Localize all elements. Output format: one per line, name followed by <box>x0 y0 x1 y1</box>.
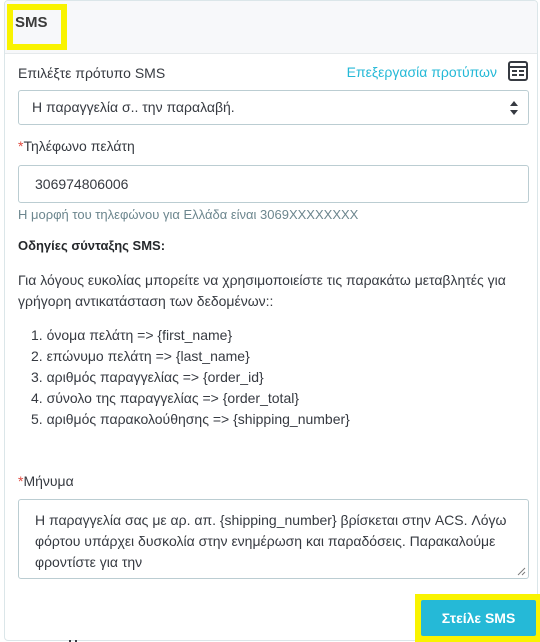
template-edit-icon[interactable] <box>507 60 529 82</box>
template-label: Επιλέξτε πρότυπο SMS <box>18 65 166 81</box>
send-sms-button[interactable]: Στείλε SMS <box>421 600 536 636</box>
panel-heading: SMS <box>5 1 537 54</box>
message-label: *Μήνυμα <box>18 473 74 489</box>
message-text: Η παραγγελία σας με αρ. απ. {shipping_nu… <box>35 512 507 570</box>
list-item: 4. σύνολο της παραγγελίας => {order_tota… <box>31 390 300 406</box>
list-item: 2. επώνυμο πελάτη => {last_name} <box>31 348 250 364</box>
phone-label-text: Τηλέφωνο πελάτη <box>23 138 135 154</box>
template-select[interactable]: Η παραγγελία σ.. την παραλαβή. <box>18 90 529 125</box>
sms-panel: SMS Επιλέξτε πρότυπο SMS Επεξεργασία προ… <box>4 0 540 642</box>
phone-label: *Τηλέφωνο πελάτη <box>18 138 135 154</box>
list-item: 1. όνομα πελάτη => {first_name} <box>31 327 233 343</box>
list-item: 3. αριθμός παραγγελίας => {order_id} <box>31 369 264 385</box>
edit-templates-link[interactable]: Επεξεργασία προτύπων <box>347 64 497 80</box>
send-button-highlight: Στείλε SMS <box>415 594 540 642</box>
variables-list: 1. όνομα πελάτη => {first_name} 2. επώνυ… <box>31 325 350 430</box>
resize-grip-icon[interactable] <box>517 567 526 576</box>
panel-title: SMS <box>15 14 48 31</box>
list-item: 5. αριθμός παρακολούθησης => {shipping_n… <box>31 411 350 427</box>
template-selected-value: Η παραγγελία σ.. την παραλαβή. <box>32 99 235 115</box>
instructions-text: Για λόγους ευκολίας μπορείτε να χρησιμοπ… <box>18 272 506 309</box>
select-arrows-icon <box>510 101 518 115</box>
message-textarea[interactable]: Η παραγγελία σας με αρ. απ. {shipping_nu… <box>18 499 529 579</box>
message-label-text: Μήνυμα <box>23 473 74 489</box>
instructions-title: Οδηγίες σύνταξης SMS: <box>18 238 166 253</box>
phone-help-text: Η μορφή του τηλεφώνου για Ελλάδα είναι 3… <box>18 207 359 222</box>
phone-input[interactable] <box>18 165 529 203</box>
footer-dots <box>69 640 77 642</box>
